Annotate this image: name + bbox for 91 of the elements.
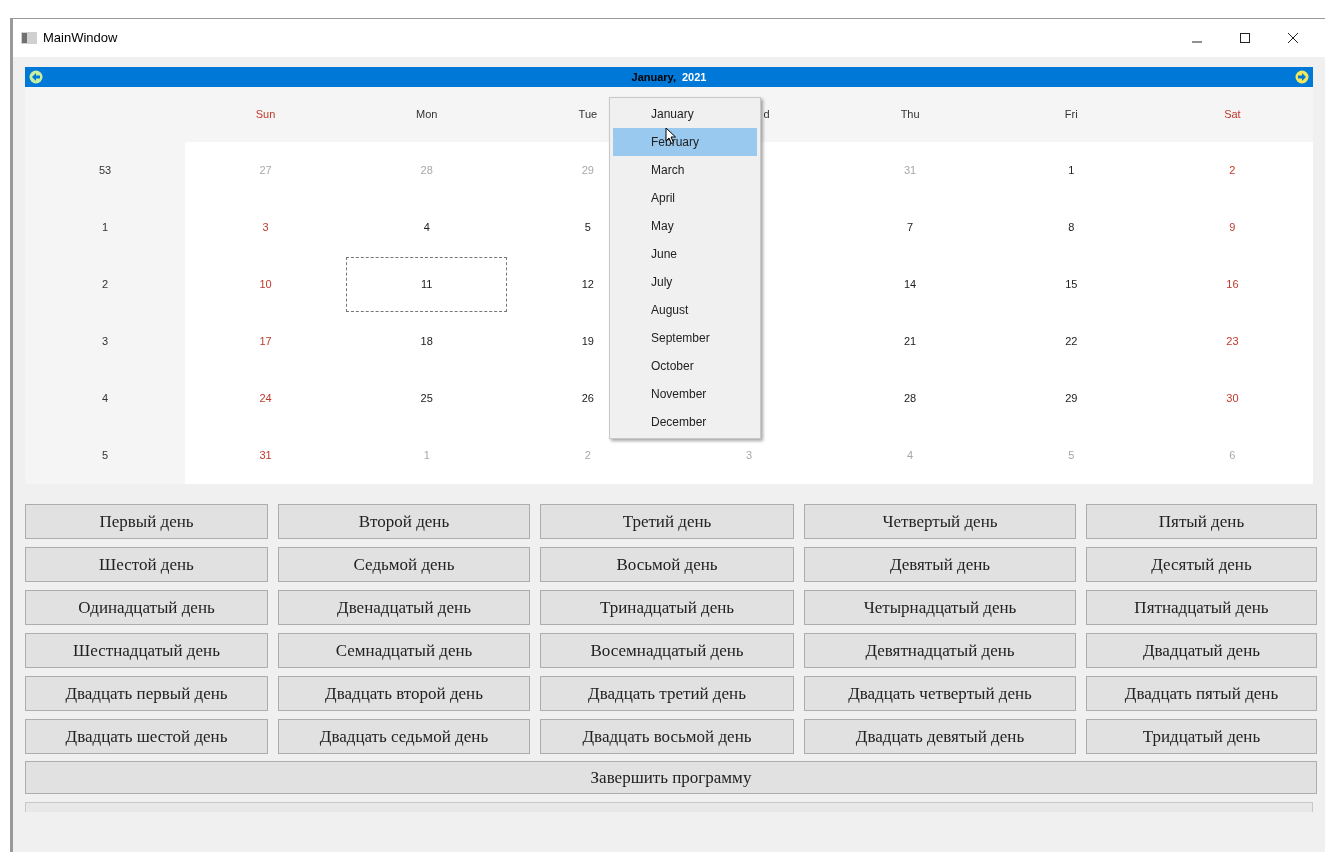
- next-month-icon[interactable]: [1295, 70, 1309, 84]
- month-option[interactable]: April: [613, 184, 757, 212]
- month-option[interactable]: May: [613, 212, 757, 240]
- day-button[interactable]: Двадцать шестой день: [25, 719, 268, 754]
- week-number: 1: [101, 220, 109, 236]
- previous-month-icon[interactable]: [29, 70, 43, 84]
- day-button[interactable]: Пятнадцатый день: [1086, 590, 1317, 625]
- day-button[interactable]: Двадцатый день: [1086, 633, 1317, 668]
- day-cell[interactable]: 4: [423, 219, 430, 236]
- weekday-header: Sun: [255, 107, 276, 123]
- month-option[interactable]: July: [613, 268, 757, 296]
- week-number: 2: [101, 277, 109, 293]
- day-button[interactable]: Двадцать второй день: [278, 676, 530, 711]
- day-cell[interactable]: 9: [1229, 219, 1236, 236]
- exit-button[interactable]: Завершить программу: [25, 761, 1317, 794]
- day-cell[interactable]: 11: [346, 257, 508, 312]
- day-cell[interactable]: 12: [581, 276, 594, 293]
- day-cell[interactable]: 15: [1065, 276, 1078, 293]
- day-cell[interactable]: 1: [1068, 162, 1075, 179]
- day-cell[interactable]: 10: [259, 276, 272, 293]
- day-button[interactable]: Двенадцатый день: [278, 590, 530, 625]
- day-button[interactable]: Двадцать девятый день: [804, 719, 1076, 754]
- month-option[interactable]: December: [613, 408, 757, 436]
- week-number: 53: [98, 163, 112, 179]
- day-button[interactable]: Десятый день: [1086, 547, 1317, 582]
- weekday-header: Tue: [578, 107, 598, 123]
- day-cell[interactable]: 30: [1226, 390, 1239, 407]
- app-icon: [21, 32, 37, 44]
- week-number: 5: [101, 448, 109, 464]
- maximize-icon[interactable]: [1239, 32, 1251, 44]
- month-selector[interactable]: January,: [631, 68, 676, 86]
- day-cell[interactable]: 26: [581, 390, 594, 407]
- week-number: 4: [101, 391, 109, 407]
- day-button[interactable]: Девятый день: [804, 547, 1076, 582]
- weekday-header: Thu: [900, 107, 920, 123]
- week-number: 3: [101, 334, 109, 350]
- day-button[interactable]: Пятый день: [1086, 504, 1317, 539]
- month-option[interactable]: February: [613, 128, 757, 156]
- day-cell[interactable]: 22: [1065, 333, 1078, 350]
- window-title: MainWindow: [43, 29, 118, 48]
- day-button[interactable]: Четвертый день: [804, 504, 1076, 539]
- weekday-header: Fri: [1064, 107, 1078, 123]
- day-button[interactable]: Двадцать восьмой день: [540, 719, 794, 754]
- month-option[interactable]: November: [613, 380, 757, 408]
- day-cell[interactable]: 21: [904, 333, 917, 350]
- day-button[interactable]: Двадцать четвертый день: [804, 676, 1076, 711]
- day-cell[interactable]: 14: [904, 276, 917, 293]
- close-icon[interactable]: [1287, 32, 1299, 44]
- month-option[interactable]: August: [613, 296, 757, 324]
- day-button[interactable]: Семнадцатый день: [278, 633, 530, 668]
- day-cell[interactable]: 16: [1226, 276, 1239, 293]
- day-cell[interactable]: 31: [259, 447, 272, 464]
- day-cell[interactable]: 29: [1065, 390, 1078, 407]
- day-cell[interactable]: 25: [420, 390, 433, 407]
- day-button[interactable]: Тринадцатый день: [540, 590, 794, 625]
- day-cell[interactable]: 28: [904, 390, 917, 407]
- weekday-header: Mon: [416, 107, 438, 123]
- day-button[interactable]: Восемнадцатый день: [540, 633, 794, 668]
- day-button[interactable]: Шестой день: [25, 547, 268, 582]
- month-option[interactable]: January: [613, 100, 757, 128]
- day-cell[interactable]: 23: [1226, 333, 1239, 350]
- day-button[interactable]: Четырнадцатый день: [804, 590, 1076, 625]
- day-cell[interactable]: 19: [581, 333, 594, 350]
- weekday-header: d: [763, 107, 770, 123]
- day-cell[interactable]: 24: [259, 390, 272, 407]
- month-option[interactable]: October: [613, 352, 757, 380]
- day-cell[interactable]: 5: [584, 219, 591, 236]
- month-option[interactable]: September: [613, 324, 757, 352]
- day-cell[interactable]: 3: [262, 219, 269, 236]
- day-cell[interactable]: 17: [259, 333, 272, 350]
- day-button[interactable]: Седьмой день: [278, 547, 530, 582]
- day-button[interactable]: Шестнадцатый день: [25, 633, 268, 668]
- day-cell[interactable]: 18: [420, 333, 433, 350]
- month-option[interactable]: June: [613, 240, 757, 268]
- day-button[interactable]: Двадцать седьмой день: [278, 719, 530, 754]
- day-cell[interactable]: 7: [907, 219, 914, 236]
- day-button[interactable]: Тридцатый день: [1086, 719, 1317, 754]
- day-cell[interactable]: 8: [1068, 219, 1075, 236]
- day-cell[interactable]: 2: [1229, 162, 1236, 179]
- day-button[interactable]: Первый день: [25, 504, 268, 539]
- day-button[interactable]: Восьмой день: [540, 547, 794, 582]
- day-button[interactable]: Второй день: [278, 504, 530, 539]
- weekday-header: Sat: [1224, 107, 1241, 123]
- day-button[interactable]: Двадцать первый день: [25, 676, 268, 711]
- day-button[interactable]: Двадцать пятый день: [1086, 676, 1317, 711]
- day-button[interactable]: Третий день: [540, 504, 794, 539]
- day-button[interactable]: Двадцать третий день: [540, 676, 794, 711]
- day-button[interactable]: Девятнадцатый день: [804, 633, 1076, 668]
- month-option[interactable]: March: [613, 156, 757, 184]
- day-button[interactable]: Одинадцатый день: [25, 590, 268, 625]
- year-selector[interactable]: 2021: [681, 68, 707, 86]
